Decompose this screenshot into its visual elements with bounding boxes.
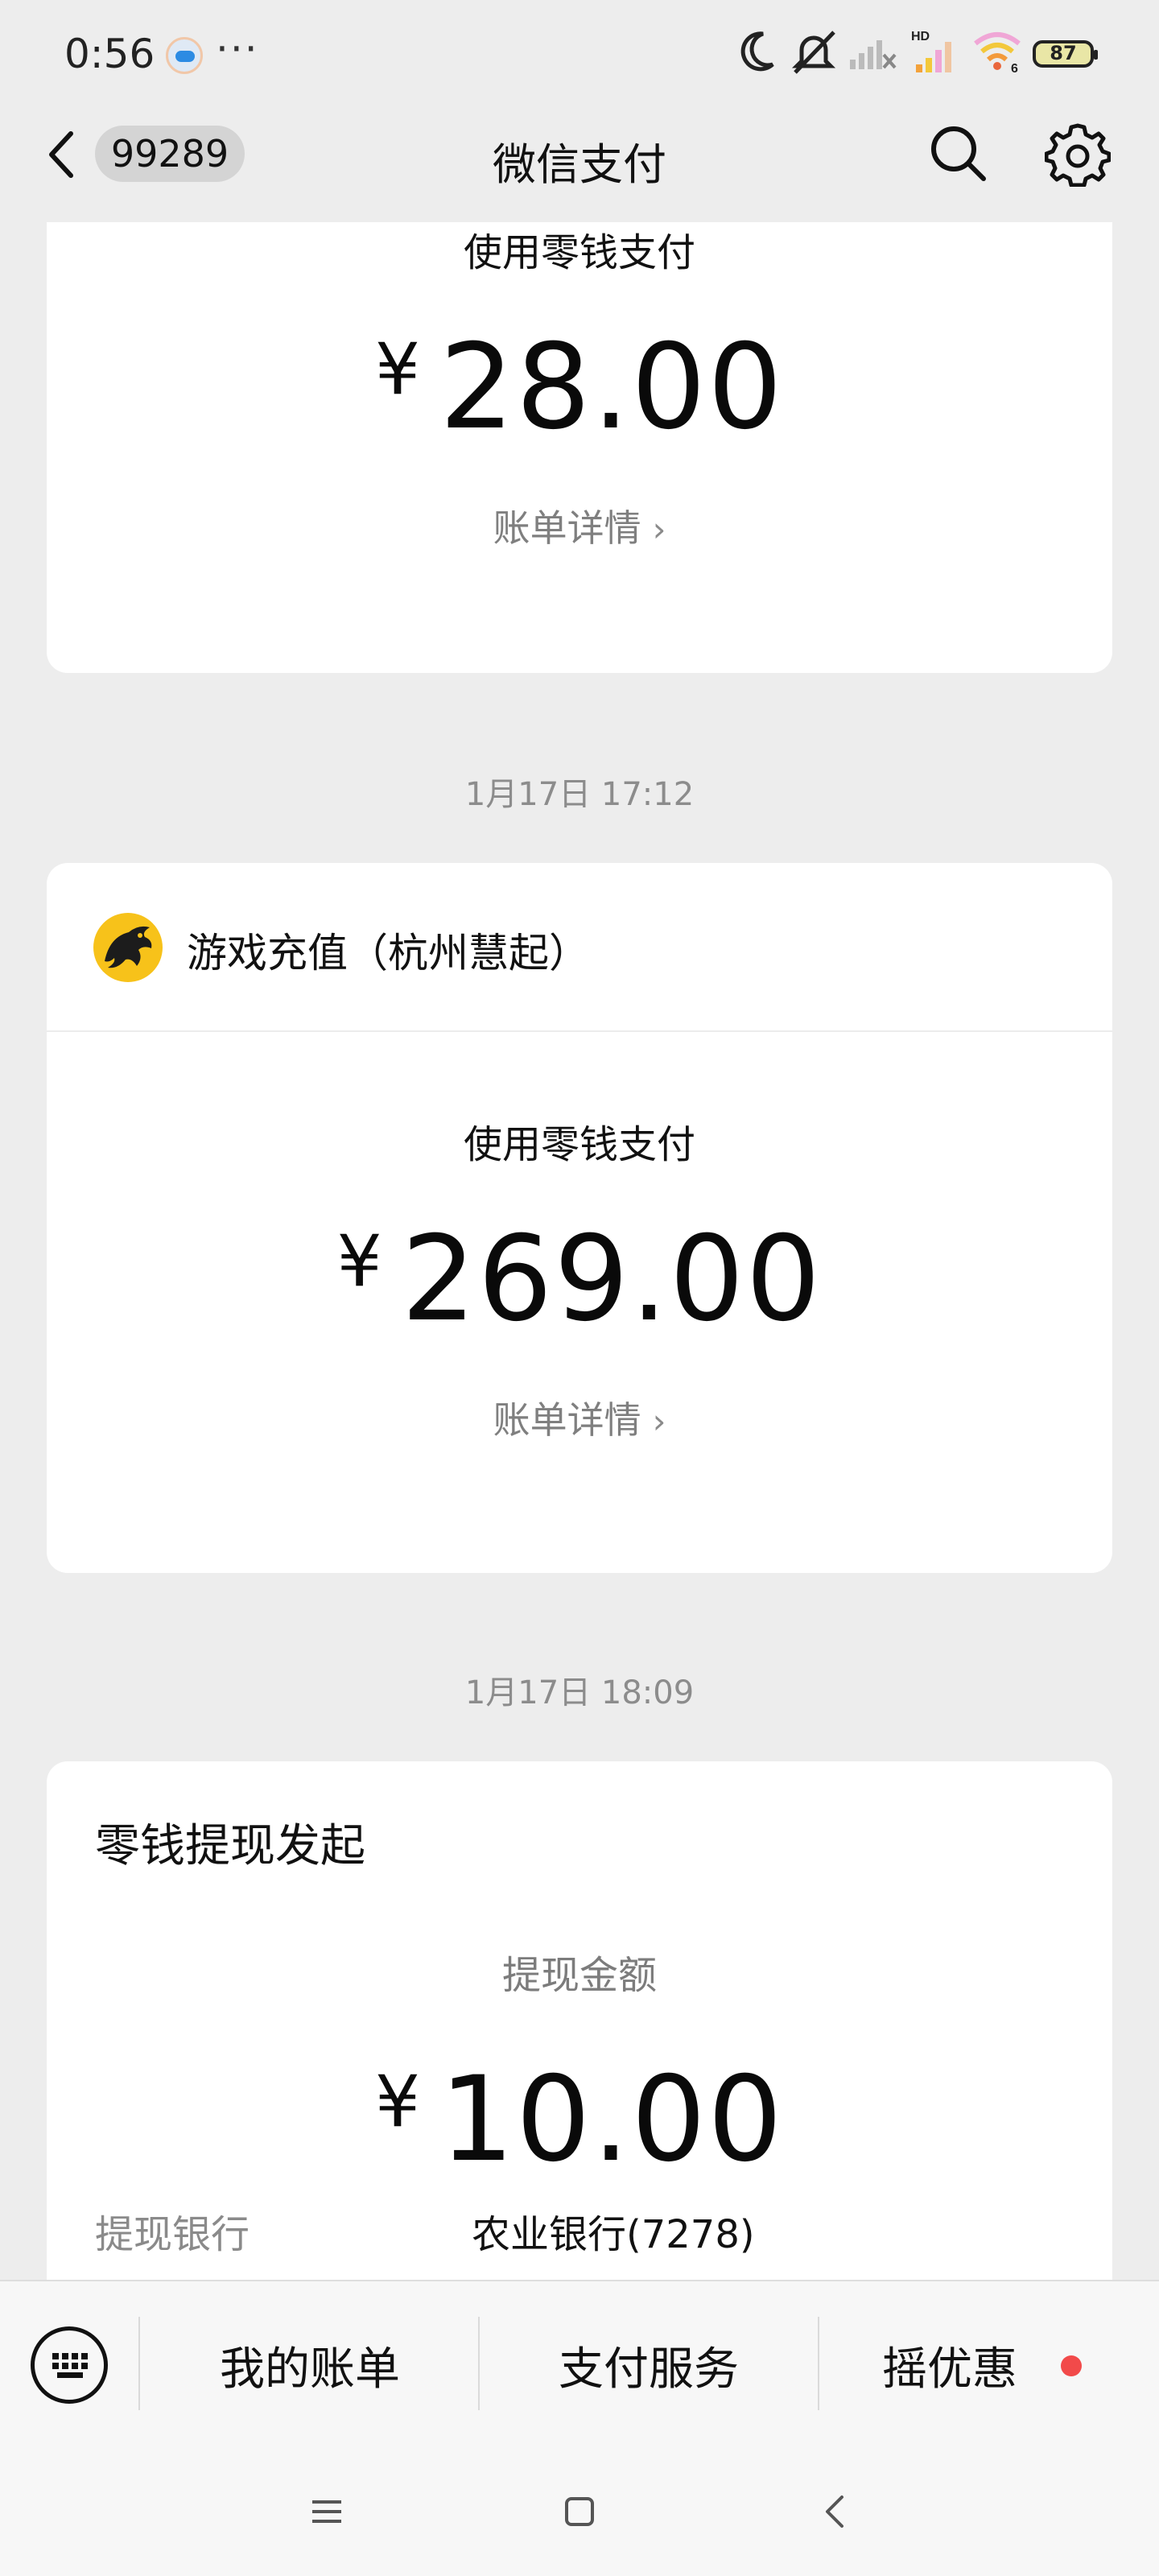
currency-symbol: ¥ — [375, 2060, 423, 2143]
menu-separator — [138, 2317, 140, 2410]
timestamp: 1月17日 17:12 — [464, 776, 695, 813]
bill-details-link[interactable]: 账单详情 › — [47, 499, 1112, 552]
cloud-app-icon — [166, 37, 203, 74]
do-not-disturb-moon-icon — [740, 31, 774, 72]
system-nav-bar — [0, 2460, 1159, 2576]
amount-value: 269.00 — [401, 1211, 823, 1348]
battery-icon: 87 — [1033, 40, 1098, 68]
back-triangle-icon[interactable] — [823, 2494, 847, 2529]
menu-my-bills[interactable]: 我的账单 — [142, 2333, 478, 2398]
withdrawal-bank-value: 农业银行(7278) — [472, 2212, 755, 2257]
divider — [47, 1030, 1112, 1032]
merchant-name[interactable]: 游戏充值（杭州慧起） — [187, 921, 589, 979]
wifi-icon: 6 — [974, 32, 1021, 74]
currency-symbol: ¥ — [375, 328, 423, 411]
status-time: 0:56 — [64, 31, 155, 77]
transaction-amount: ¥269.00 — [47, 1211, 1112, 1348]
menu-payment-services[interactable]: 支付服务 — [480, 2333, 818, 2398]
signal-hd-icon: HD — [911, 30, 951, 72]
more-notifications-icon: ··· — [216, 26, 259, 72]
bill-details-link[interactable]: 账单详情 › — [47, 1391, 1112, 1444]
mute-bell-icon — [791, 31, 836, 74]
nav-bar: 99289 微信支付 — [0, 105, 1159, 217]
gear-icon[interactable] — [1045, 121, 1111, 187]
amount-value: 10.00 — [439, 2051, 784, 2188]
search-icon[interactable] — [927, 122, 988, 184]
battery-level: 87 — [1050, 42, 1077, 64]
amount-value: 28.00 — [439, 319, 784, 456]
withdrawal-amount: ¥10.00 — [47, 2051, 1112, 2188]
keyboard-icon[interactable] — [31, 2326, 108, 2404]
menu-shake-deals[interactable]: 摇优惠 — [853, 2333, 1046, 2398]
chevron-right-icon: › — [652, 1402, 666, 1441]
notification-dot — [1061, 2355, 1082, 2376]
menu-separator — [818, 2317, 819, 2410]
timestamp: 1月17日 18:09 — [464, 1674, 695, 1711]
transaction-card: 使用零钱支付 ¥28.00 账单详情 › — [47, 222, 1112, 673]
withdrawal-card: 零钱提现发起 提现金额 ¥10.00 提现银行 农业银行(7278) — [47, 1761, 1112, 2325]
chevron-right-icon: › — [652, 510, 666, 549]
menu-lines-icon[interactable] — [311, 2497, 343, 2526]
withdrawal-title: 零钱提现发起 — [95, 1820, 365, 1872]
home-square-icon[interactable] — [563, 2496, 596, 2528]
wifi-6-label: 6 — [1011, 62, 1018, 74]
withdrawal-amount-label: 提现金额 — [501, 1953, 657, 1998]
status-bar: 0:56 ··· HD 6 87 — [0, 0, 1159, 105]
signal-hd-label: HD — [911, 30, 930, 43]
bill-details-label: 账单详情 — [493, 506, 641, 550]
transaction-card: 游戏充值（杭州慧起） 使用零钱支付 ¥269.00 账单详情 › — [47, 863, 1112, 1573]
signal-no-service-icon — [850, 40, 897, 69]
transaction-amount: ¥28.00 — [47, 319, 1112, 456]
pay-method-label: 使用零钱支付 — [463, 1122, 695, 1167]
dragon-logo-icon — [93, 913, 163, 982]
bill-details-label: 账单详情 — [493, 1398, 641, 1442]
withdrawal-bank-label: 提现银行 — [95, 2212, 250, 2257]
pay-method-label: 使用零钱支付 — [463, 230, 695, 275]
currency-symbol: ¥ — [336, 1220, 384, 1302]
